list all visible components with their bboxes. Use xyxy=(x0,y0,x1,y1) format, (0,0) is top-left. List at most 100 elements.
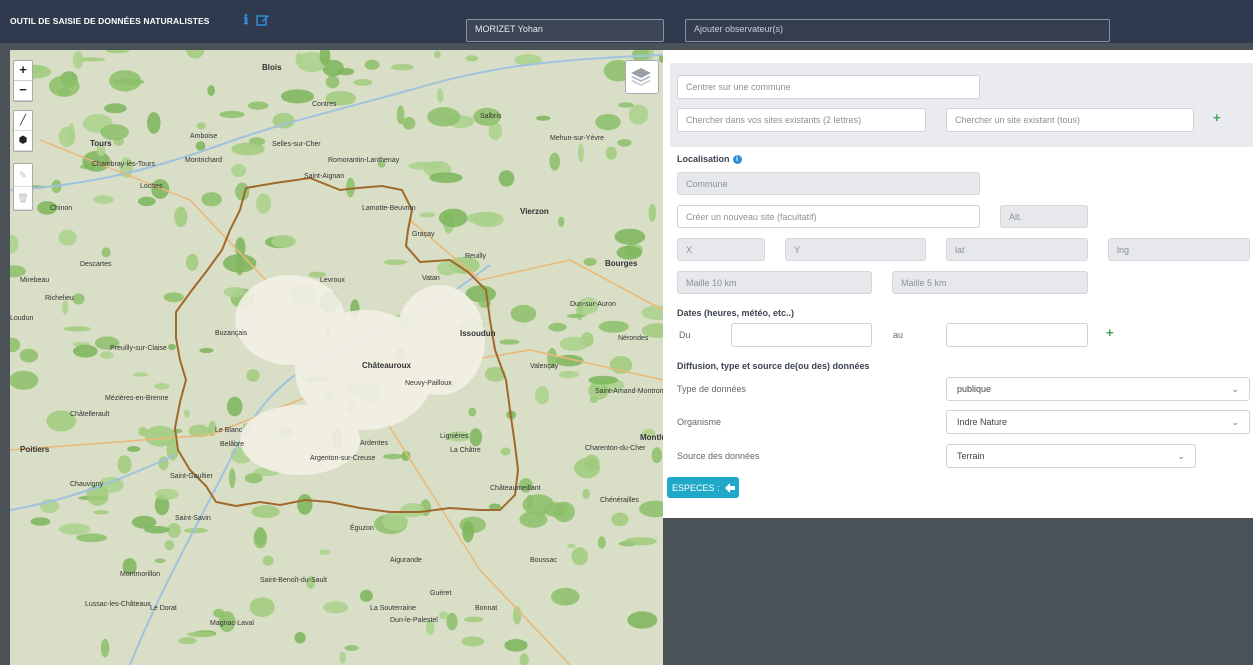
place-label: Le Dorat xyxy=(150,605,177,612)
place-label: Graçay xyxy=(412,231,435,238)
place-label: Richelieu xyxy=(45,295,74,302)
commune-field[interactable]: Commune xyxy=(677,172,980,195)
place-label: Reuilly xyxy=(465,253,487,260)
layers-icon[interactable] xyxy=(625,60,659,94)
search-all-sites-input[interactable]: Chercher un site existant (tous) xyxy=(946,108,1194,132)
place-label: Romorantin-Lanthenay xyxy=(328,157,400,164)
organisme-value: Indre Nature xyxy=(957,417,1008,427)
place-label: Nérondes xyxy=(618,335,649,342)
zoom-control: + − xyxy=(13,60,33,102)
place-label: Chambray-lès-Tours xyxy=(92,161,156,168)
map-canvas[interactable]: Blois Tours Amboise Chambray-lès-Tours Romor… xyxy=(10,50,663,665)
center-commune-input[interactable]: Centrer sur une commune xyxy=(677,75,980,99)
altitude-field[interactable]: Alt. xyxy=(1000,205,1088,228)
diffusion-title: Diffusion, type et source de(ou des) don… xyxy=(677,361,870,371)
observer-field[interactable]: MORIZET Yohan xyxy=(466,19,664,42)
edit-icon[interactable] xyxy=(256,13,270,27)
place-label: Magnac-Laval xyxy=(210,620,254,627)
add-observer-input[interactable]: Ajouter observateur(s) xyxy=(685,19,1110,42)
place-label: Dun-le-Palestel xyxy=(390,617,438,624)
place-label: Saint-Aignan xyxy=(304,173,344,180)
search-own-sites-input[interactable]: Chercher dans vos sites existants (2 let… xyxy=(677,108,926,132)
place-label: Saint-Savin xyxy=(175,515,211,522)
place-label: La Souterraine xyxy=(370,605,416,612)
place-label: Le Blanc xyxy=(215,427,243,434)
place-label: Lamotte-Beuvron xyxy=(362,205,416,212)
place-label: Neuvy-Pailloux xyxy=(405,380,452,387)
add-date-button[interactable]: + xyxy=(1106,325,1114,340)
place-label: Chauvigny xyxy=(70,481,104,488)
place-label: Levroux xyxy=(320,277,345,284)
edit-toolbar: ✎ 🗑 xyxy=(13,163,33,211)
place-label: Saint-Benoît-du-Sault xyxy=(260,577,327,584)
place-label: Amboise xyxy=(190,133,217,140)
place-label: Vierzon xyxy=(520,207,549,216)
data-source-select[interactable]: Terrain ⌄ xyxy=(946,444,1196,468)
place-label: Mézières-en-Brenne xyxy=(105,395,169,402)
place-label: Ardentes xyxy=(360,440,389,447)
place-label: Loches xyxy=(140,183,163,190)
maille-5km-field[interactable]: Maille 5 km xyxy=(892,271,1088,294)
especes-label: ESPECES : xyxy=(672,482,720,493)
place-label: Dun-sur-Auron xyxy=(570,301,616,308)
x-coordinate-field[interactable]: X xyxy=(677,238,765,261)
place-label: Buzançais xyxy=(215,330,248,337)
place-label: Issoudun xyxy=(460,329,496,338)
chevron-down-icon: ⌄ xyxy=(1231,416,1239,427)
info-icon[interactable]: ℹ xyxy=(242,12,250,28)
place-label: Contres xyxy=(312,101,337,108)
maille-10km-field[interactable]: Maille 10 km xyxy=(677,271,872,294)
place-label: Valençay xyxy=(530,363,559,370)
place-label: Chénérailles xyxy=(600,497,639,504)
place-label: Mehun-sur-Yèvre xyxy=(550,135,604,142)
arrow-left-icon xyxy=(724,482,735,493)
place-label: Tours xyxy=(90,139,112,148)
place-label: Montrichard xyxy=(185,157,222,164)
place-label: Lussac-les-Châteaux xyxy=(85,601,151,608)
organisme-label: Organisme xyxy=(677,417,722,427)
longitude-field[interactable]: lng xyxy=(1108,238,1250,261)
y-coordinate-field[interactable]: Y xyxy=(785,238,926,261)
place-label: Bonnat xyxy=(475,605,497,612)
place-label: Selles-sur-Cher xyxy=(272,141,321,148)
draw-polygon-icon[interactable]: ⬢ xyxy=(14,131,32,151)
place-label: Salbris xyxy=(480,113,502,120)
app-title: OUTIL DE SAISIE DE DONNÉES NATURALISTES xyxy=(10,16,210,26)
dates-title: Dates (heures, météo, etc..) xyxy=(677,308,795,318)
place-label: Chinon xyxy=(50,205,72,212)
edit-layers-icon[interactable]: ✎ xyxy=(14,164,32,187)
place-label: Bourges xyxy=(605,259,638,268)
place-label: Vatan xyxy=(422,275,440,282)
data-type-label: Type de données xyxy=(677,384,747,394)
data-source-value: Terrain xyxy=(957,451,985,461)
draw-line-icon[interactable]: ╱ xyxy=(14,111,32,131)
date-from-label: Du xyxy=(679,330,691,340)
new-site-input[interactable]: Créer un nouveau site (facultatif) xyxy=(677,205,980,228)
place-label: Mirebeau xyxy=(20,277,49,284)
chevron-down-icon: ⌄ xyxy=(1231,383,1239,394)
data-type-select[interactable]: publique ⌄ xyxy=(946,377,1250,401)
localisation-title: Localisation i xyxy=(677,154,742,165)
draw-toolbar: ╱ ⬢ xyxy=(13,110,33,152)
zoom-in-button[interactable]: + xyxy=(14,61,32,81)
place-label: Saint-Amand-Montrond xyxy=(595,388,663,395)
date-to-input[interactable] xyxy=(946,323,1088,347)
place-label: Éguzon xyxy=(350,523,374,532)
date-from-input[interactable] xyxy=(731,323,872,347)
data-source-label: Source des données xyxy=(677,451,760,461)
organisme-select[interactable]: Indre Nature ⌄ xyxy=(946,410,1250,434)
place-label: Descartes xyxy=(80,261,112,268)
add-site-button[interactable]: + xyxy=(1213,110,1221,125)
especes-button[interactable]: ESPECES : xyxy=(667,477,739,498)
map-view[interactable]: Blois Tours Amboise Chambray-lès-Tours Romor… xyxy=(10,50,663,665)
delete-layers-icon[interactable]: 🗑 xyxy=(14,187,32,210)
place-label: Loudun xyxy=(10,315,33,322)
place-label: Châteauroux xyxy=(362,361,411,370)
latitude-field[interactable]: lat xyxy=(946,238,1088,261)
info-icon[interactable]: i xyxy=(732,155,742,165)
place-label: Preuilly-sur-Claise xyxy=(110,345,167,352)
localisation-label: Localisation xyxy=(677,154,730,164)
zoom-out-button[interactable]: − xyxy=(14,81,32,101)
place-label: Châtellerault xyxy=(70,411,109,418)
data-type-value: publique xyxy=(957,384,992,394)
